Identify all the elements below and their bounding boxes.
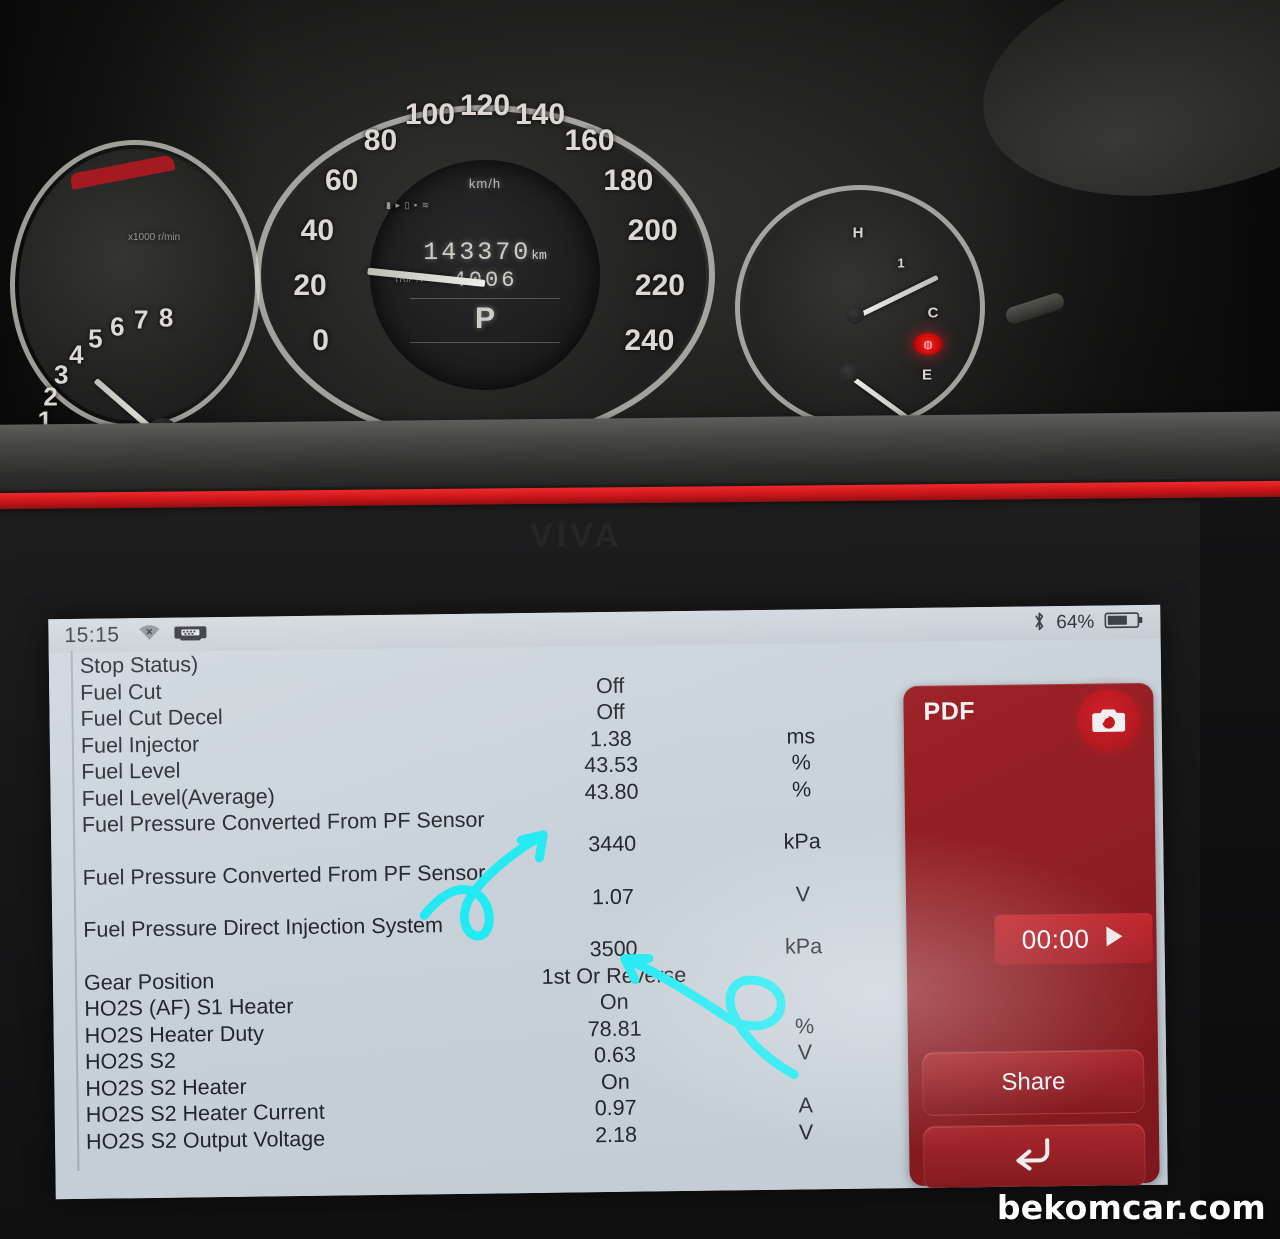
- speedo-ticks-tick: 80: [363, 123, 398, 157]
- parameter-value: 43.80: [584, 779, 639, 804]
- lcd-gear-indicator: P: [474, 302, 496, 335]
- speedo-ticks-tick: 0: [312, 323, 329, 357]
- temp-high-label: H: [852, 224, 864, 242]
- temp-fuel-gauge: H C 1 E ◍: [735, 185, 985, 430]
- parameter-unit: ms: [786, 723, 816, 749]
- tablet-brand-logo: VIVA: [530, 517, 623, 555]
- tacho-ticks-tick: 7: [134, 304, 149, 335]
- speedo-ticks-tick: 180: [603, 163, 654, 197]
- wifi-off-icon: ✕: [137, 623, 161, 646]
- parameter-unit: %: [794, 1013, 815, 1039]
- parameter-unit: V: [797, 1040, 813, 1065]
- parameter-value: 0.97: [594, 1095, 637, 1121]
- tacho-ticks-tick: 8: [158, 302, 174, 333]
- parameter-value: 3440: [588, 831, 637, 857]
- speedo-ticks-tick: 100: [404, 97, 455, 131]
- live-data-list[interactable]: Stop Status) Fuel Cut Off Fuel Cut Decel Off…: [75, 642, 941, 1155]
- back-arrow-icon: [1007, 1134, 1062, 1180]
- tablet-right-bezel: [1200, 500, 1280, 1239]
- share-button-label: Share: [1001, 1068, 1066, 1096]
- parameter-unit: %: [791, 776, 812, 802]
- speedo-ticks-tick: 220: [634, 269, 685, 303]
- parameter-value: 78.81: [587, 1016, 642, 1041]
- battery-percent-label: 64%: [1056, 611, 1095, 634]
- speedo-ticks-tick: 120: [459, 89, 511, 122]
- speedometer-gauge: 020406080100120140160180200220240 km/h k…: [255, 89, 715, 445]
- speedo-ticks-tick: 160: [564, 123, 615, 157]
- fuel-empty-label: E: [921, 366, 933, 384]
- play-icon: [1103, 924, 1125, 953]
- temp-gauge-hub: [846, 306, 864, 324]
- speedo-ticks-tick: 200: [627, 213, 678, 247]
- tacho-ticks-tick: 6: [110, 311, 125, 342]
- tachometer-gauge: 012345678 x1000 r/min: [10, 140, 260, 461]
- parameter-value: Off: [595, 673, 625, 698]
- parameter-label: Fuel Pressure Converted From PF Sensor: [82, 860, 486, 890]
- parameter-value: 1.38: [589, 726, 632, 751]
- tacho-ticks-tick: 3: [54, 359, 69, 390]
- speedo-ticks-tick: 240: [624, 323, 675, 357]
- lcd-divider-top: [410, 298, 560, 299]
- tacho-ticks-tick: 4: [69, 339, 84, 370]
- fuel-mid-label: 1: [897, 255, 905, 271]
- parameter-label: Fuel Pressure Direct Injection System: [83, 913, 444, 942]
- warning-indicator-light: ◍: [913, 333, 943, 355]
- speedo-ticks-tick: 60: [324, 163, 359, 197]
- parameter-value: On: [599, 989, 629, 1015]
- lcd-odometer: 143370km: [423, 238, 547, 267]
- parameter-value: On: [600, 1069, 630, 1094]
- obd-connector-icon: [173, 622, 207, 647]
- lcd-telltale-row: ▮ ▸ ▯ ▪ ≋: [386, 200, 431, 210]
- parameter-value: 0.63: [593, 1042, 637, 1068]
- speedo-ticks-tick: 20: [293, 269, 327, 303]
- back-button[interactable]: [922, 1122, 1146, 1190]
- warning-glyph: ◍: [923, 338, 933, 351]
- parameter-unit: V: [795, 881, 811, 907]
- speedo-ticks-tick: 40: [300, 213, 335, 247]
- share-button[interactable]: Share: [921, 1048, 1145, 1116]
- fuel-gauge-hub: [839, 363, 859, 383]
- battery-icon: [1104, 609, 1144, 635]
- parameter-value: 1.07: [591, 884, 635, 909]
- parameter-label: HO2S S2 Output Voltage: [85, 1126, 326, 1154]
- parameter-value: 3500: [589, 936, 638, 962]
- parameter-unit: kPa: [784, 934, 823, 959]
- parameter-value: 43.53: [584, 752, 639, 778]
- camera-icon[interactable]: [1077, 689, 1141, 752]
- temp-low-label: C: [927, 304, 939, 322]
- parameter-unit: %: [791, 750, 811, 775]
- lcd-unit-label: km/h: [468, 176, 502, 191]
- bluetooth-icon: [1032, 610, 1046, 637]
- tablet-screen: 15:15 ✕ 64% Stop Status) Fuel Cut Off Fu…: [48, 604, 1168, 1200]
- parameter-label: Fuel Pressure Converted From PF Sensor: [81, 807, 485, 837]
- lcd-divider-bottom: [410, 342, 560, 343]
- parameter-value: Off: [596, 699, 625, 725]
- speedo-ticks-tick: 140: [515, 97, 566, 131]
- parameter-value: 1st Or Reverse: [541, 962, 687, 989]
- parameter-unit: kPa: [783, 829, 821, 854]
- parameter-unit: V: [798, 1119, 814, 1145]
- screenshot-root: 012345678 x1000 r/min 020406080100120140…: [0, 0, 1280, 1239]
- tacho-ticks-tick: 5: [88, 323, 103, 354]
- recording-timer[interactable]: 00:00: [994, 912, 1153, 965]
- svg-text:✕: ✕: [146, 626, 154, 636]
- tool-panel: PDF 00:00 Share: [903, 682, 1160, 1190]
- tachometer-unit-label: x1000 r/min: [128, 232, 181, 243]
- parameter-value: 2.18: [594, 1122, 638, 1147]
- live-data-content: Stop Status) Fuel Cut Off Fuel Cut Decel Off…: [48, 638, 1168, 1200]
- watermark: bekomcar.com: [996, 1188, 1266, 1227]
- pdf-label[interactable]: PDF: [923, 697, 975, 727]
- timer-value: 00:00: [1021, 923, 1090, 955]
- status-bar-clock: 15:15: [64, 623, 120, 648]
- parameter-unit: A: [798, 1093, 814, 1118]
